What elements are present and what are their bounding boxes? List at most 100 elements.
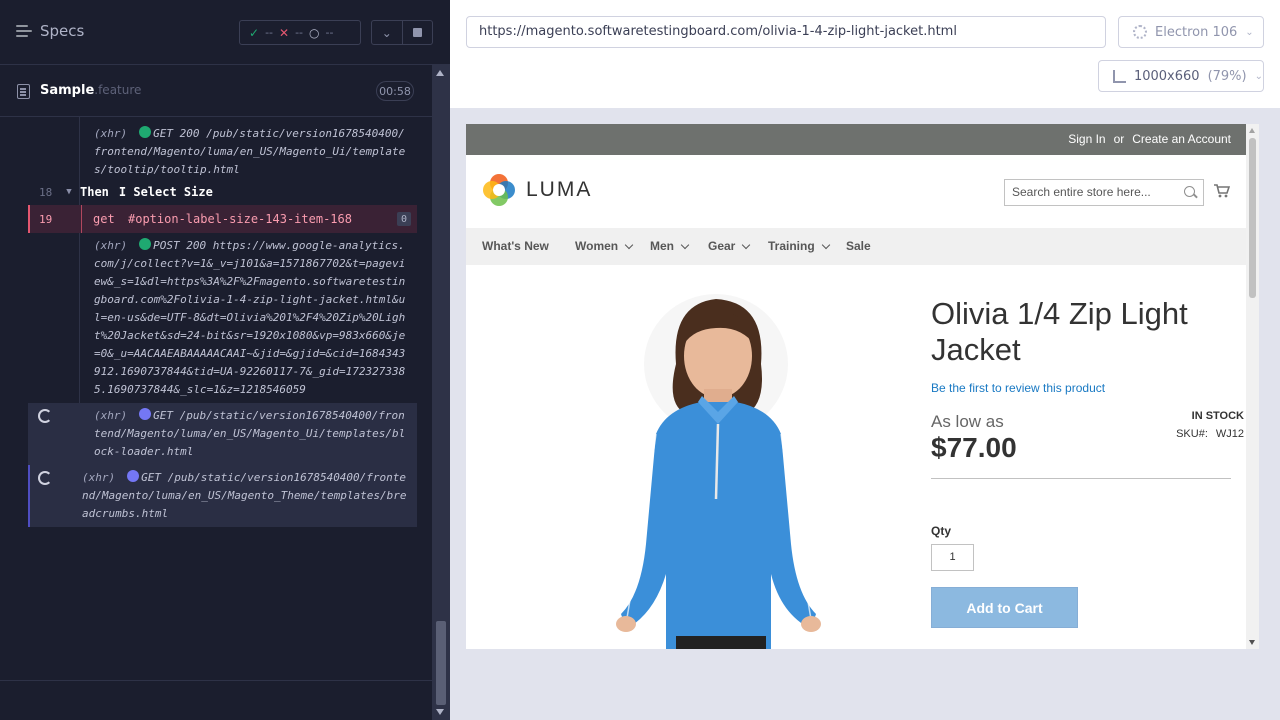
sign-in-link[interactable]: Sign In bbox=[1068, 132, 1105, 146]
loading-spinner-icon bbox=[38, 409, 52, 423]
xhr-tag: (xhr) bbox=[94, 409, 128, 422]
or-text: or bbox=[1113, 132, 1125, 146]
xhr-tag: (xhr) bbox=[94, 239, 128, 252]
failed-command-row[interactable]: 19 get #option-label-size-143-item-168 0 bbox=[28, 205, 417, 233]
site-search-input[interactable]: Search entire store here... bbox=[1004, 179, 1204, 206]
nav-item-whats-new[interactable]: What's New bbox=[482, 239, 549, 253]
command-name: get bbox=[93, 212, 115, 226]
line-number: 19 bbox=[39, 212, 53, 226]
status-dot bbox=[139, 238, 152, 250]
xhr-url: https://www.google-analytics.com/j/colle… bbox=[94, 239, 406, 396]
chevron-down-icon[interactable]: ⌄ bbox=[372, 21, 402, 44]
viewport-zoom: (79%) bbox=[1207, 68, 1247, 84]
cart-icon[interactable] bbox=[1214, 184, 1230, 198]
sku-value: WJ12 bbox=[1215, 428, 1244, 440]
spec-header: Sample.feature 00:58 bbox=[0, 65, 432, 117]
chevron-down-icon: ⌄ bbox=[1254, 70, 1263, 82]
product-image[interactable] bbox=[566, 284, 866, 649]
stop-icon bbox=[412, 28, 422, 37]
status-dot bbox=[139, 408, 152, 420]
logo-text: LUMA bbox=[526, 178, 593, 201]
scroll-down-arrow-icon[interactable] bbox=[436, 709, 444, 715]
browser-selector[interactable]: Electron 106 ⌄ bbox=[1118, 16, 1264, 48]
spec-name: Sample.feature bbox=[40, 83, 141, 98]
loading-spinner-icon bbox=[38, 471, 52, 485]
scroll-up-arrow-icon[interactable] bbox=[1249, 128, 1255, 133]
pending-count: -- bbox=[325, 26, 334, 39]
create-account-link[interactable]: Create an Account bbox=[1132, 132, 1231, 146]
chevron-down-icon bbox=[680, 240, 690, 249]
aut-url-bar[interactable]: https://magento.softwaretestingboard.com… bbox=[466, 16, 1106, 48]
xhr-method: POST 200 bbox=[153, 239, 207, 252]
app-under-test-panel: https://magento.softwaretestingboard.com… bbox=[450, 0, 1280, 720]
xhr-method: GET bbox=[141, 471, 161, 484]
viewport-info-button[interactable]: 1000x660 (79%) ⌄ bbox=[1098, 60, 1264, 92]
product-info-divider bbox=[931, 478, 1231, 479]
xhr-method: GET 200 bbox=[153, 127, 200, 140]
command-log-scrollbar[interactable] bbox=[432, 65, 450, 720]
qty-input[interactable]: 1 bbox=[931, 544, 974, 571]
ruler-icon bbox=[1113, 69, 1126, 83]
nav-item-training[interactable]: Training bbox=[768, 239, 830, 253]
review-link[interactable]: Be the first to review this product bbox=[931, 381, 1105, 395]
check-icon: ✓ bbox=[249, 25, 260, 40]
status-dot bbox=[139, 126, 152, 138]
chevron-down-icon bbox=[821, 240, 830, 249]
aut-header: https://magento.softwaretestingboard.com… bbox=[450, 0, 1280, 108]
nav-item-sale[interactable]: Sale bbox=[846, 239, 871, 253]
line-number: 18 bbox=[39, 185, 53, 199]
step-row-then[interactable]: 18 ▼ Then I Select Size bbox=[28, 179, 417, 205]
test-stats: ✓ -- ✕ -- ○ -- bbox=[239, 20, 361, 45]
viewport-size: 1000x660 bbox=[1133, 68, 1200, 84]
scrollbar-thumb[interactable] bbox=[1249, 138, 1256, 298]
run-controls: ⌄ bbox=[371, 20, 433, 45]
specs-toggle-button[interactable]: Specs bbox=[16, 22, 84, 40]
browser-name: Electron 106 bbox=[1155, 24, 1238, 40]
product-price: $77.00 bbox=[931, 432, 1017, 463]
site-header-panel: Sign In or Create an Account bbox=[466, 124, 1246, 155]
scrollbar-thumb[interactable] bbox=[436, 621, 446, 705]
chevron-down-icon: ▼ bbox=[66, 187, 72, 197]
xhr-breadcrumbs-entry[interactable]: (xhr) GET /pub/static/version1678540400/f… bbox=[28, 465, 417, 527]
nav-item-gear[interactable]: Gear bbox=[708, 239, 751, 253]
price-label: As low as bbox=[931, 412, 1004, 431]
xhr-analytics-entry[interactable]: (xhr) POST 200 https://www.google-analyti… bbox=[28, 233, 417, 403]
chevron-down-icon bbox=[742, 240, 751, 249]
failure-indicator bbox=[81, 205, 82, 233]
element-count-badge: 0 bbox=[397, 212, 411, 226]
step-keyword: Then bbox=[80, 185, 109, 199]
cypress-runner-panel: Specs ✓ -- ✕ -- ○ -- ⌄ Sample.feature 00… bbox=[0, 0, 450, 720]
command-selector: #option-label-size-143-item-168 bbox=[128, 212, 352, 226]
chevron-down-icon: ⌄ bbox=[1245, 26, 1254, 38]
product-sku: SKU#: WJ12 bbox=[1176, 428, 1244, 440]
electron-icon bbox=[1133, 25, 1147, 39]
search-icon[interactable] bbox=[1184, 186, 1195, 197]
aut-iframe-scrollbar[interactable] bbox=[1246, 124, 1259, 649]
spec-file-name: Sample bbox=[40, 83, 95, 98]
qty-label: Qty bbox=[931, 524, 952, 538]
command-log: (xhr) GET 200 /pub/static/version16785404… bbox=[28, 117, 417, 667]
xhr-blockloader-entry[interactable]: (xhr) GET /pub/static/version1678540400/f… bbox=[28, 403, 417, 465]
scroll-up-arrow-icon[interactable] bbox=[436, 70, 444, 76]
runner-footer bbox=[0, 680, 432, 720]
status-dot bbox=[127, 470, 140, 482]
add-to-cart-button[interactable]: Add to Cart bbox=[931, 587, 1078, 628]
pending-icon: ○ bbox=[309, 25, 320, 40]
nav-item-women[interactable]: Women bbox=[575, 239, 634, 253]
aut-iframe: Sign In or Create an Account LUMA Search… bbox=[466, 124, 1259, 649]
luma-logo[interactable]: LUMA bbox=[482, 173, 592, 207]
stop-button[interactable] bbox=[401, 21, 433, 44]
cross-icon: ✕ bbox=[279, 25, 290, 40]
document-icon bbox=[17, 84, 30, 99]
failed-count: -- bbox=[295, 26, 304, 39]
runner-header: Specs ✓ -- ✕ -- ○ -- ⌄ bbox=[0, 0, 450, 65]
spec-file-ext: .feature bbox=[94, 83, 142, 97]
scroll-down-arrow-icon[interactable] bbox=[1249, 640, 1255, 645]
chevron-down-icon bbox=[624, 240, 634, 249]
step-text: I Select Size bbox=[118, 185, 213, 199]
main-navigation: What's New Women Men Gear Training Sale bbox=[466, 228, 1246, 265]
nav-label: Gear bbox=[708, 239, 736, 253]
xhr-tooltip-entry[interactable]: (xhr) GET 200 /pub/static/version16785404… bbox=[28, 117, 417, 179]
product-title: Olivia 1/4 Zip Light Jacket bbox=[931, 296, 1188, 367]
nav-item-men[interactable]: Men bbox=[650, 239, 690, 253]
